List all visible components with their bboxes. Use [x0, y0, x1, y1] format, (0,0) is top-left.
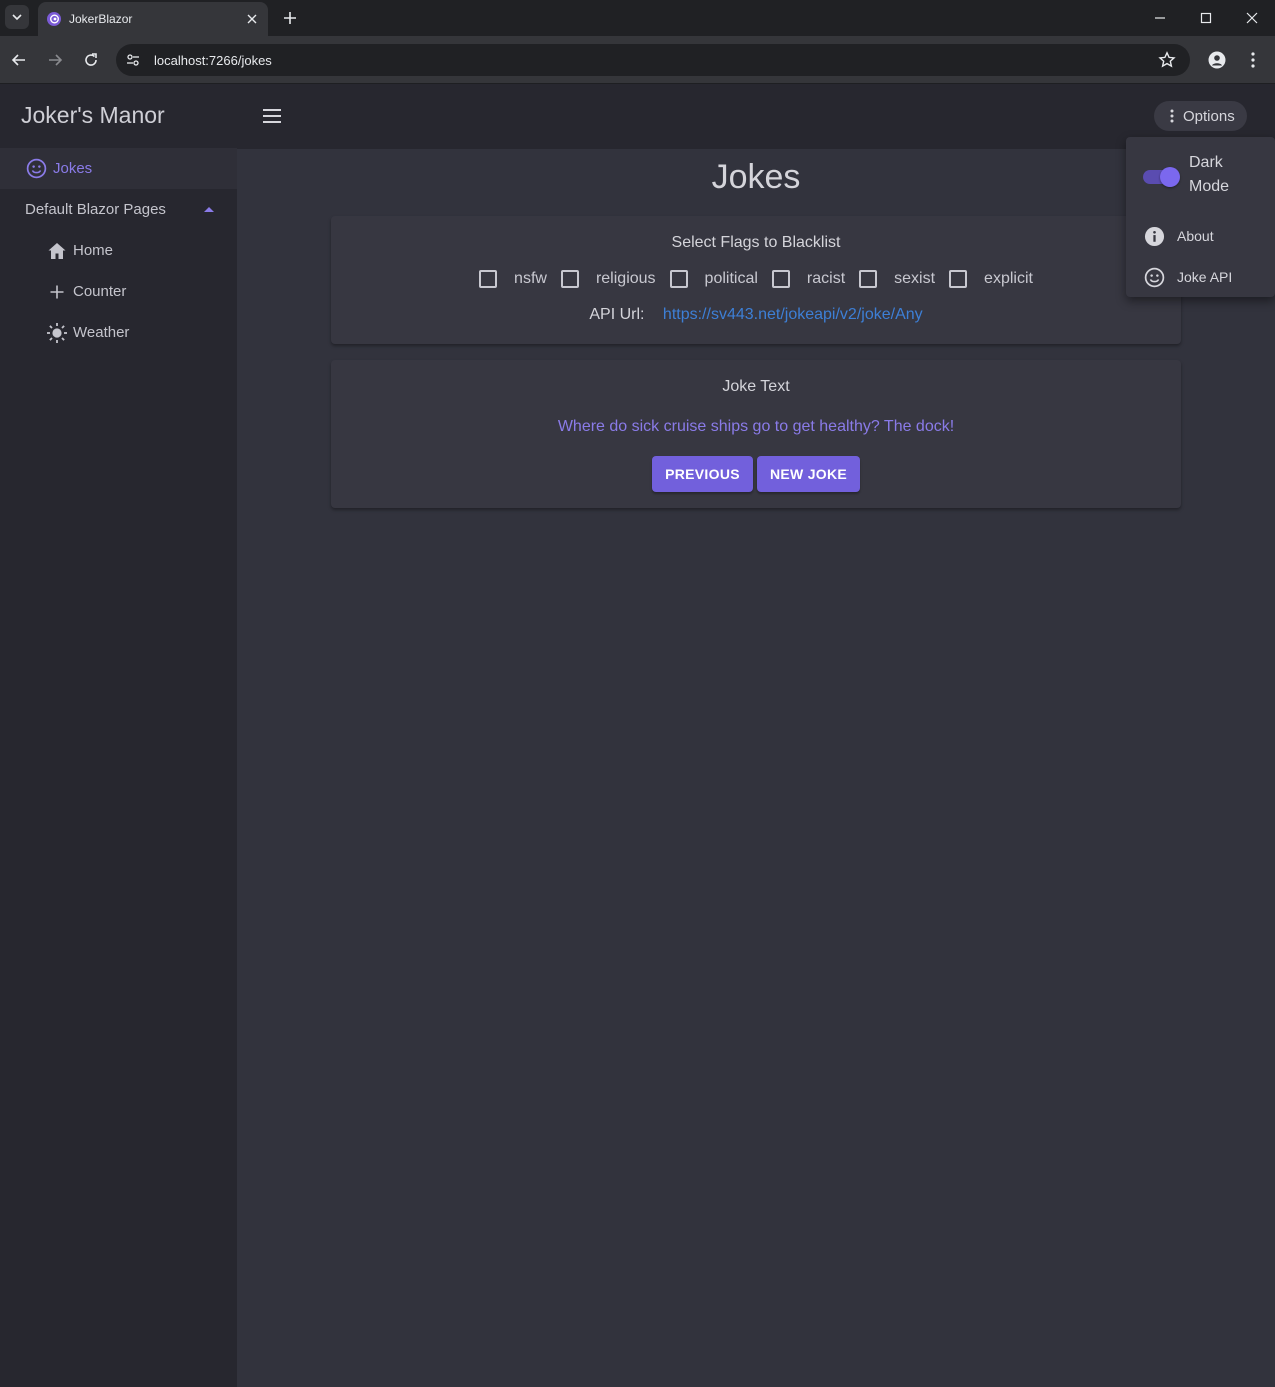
- smiley-icon: [25, 158, 47, 180]
- flag-racist[interactable]: racist: [771, 270, 846, 288]
- arrow-left-icon: [11, 54, 25, 66]
- sun-icon: [46, 322, 68, 344]
- flag-label: racist: [806, 270, 846, 287]
- reload-button[interactable]: [81, 50, 101, 70]
- previous-button[interactable]: PREVIOUS: [652, 456, 753, 492]
- checkbox[interactable]: [949, 270, 968, 288]
- checkbox[interactable]: [560, 270, 579, 288]
- flag-religious[interactable]: religious: [560, 270, 656, 288]
- options-label: Options: [1183, 107, 1235, 125]
- blazor-favicon-icon: [47, 12, 61, 26]
- menu-item-joke-api[interactable]: Joke API: [1126, 259, 1275, 295]
- maximize-icon: [1200, 12, 1212, 24]
- url-text[interactable]: localhost:7266/jokes: [154, 53, 272, 68]
- checkbox[interactable]: [479, 270, 498, 288]
- hamburger-icon: [263, 109, 281, 123]
- flag-nsfw[interactable]: nsfw: [479, 270, 547, 288]
- nav-item-jokes[interactable]: Jokes: [0, 148, 237, 189]
- arrow-right-icon: [49, 54, 63, 66]
- options-button[interactable]: Options: [1154, 101, 1247, 131]
- back-button[interactable]: [9, 50, 29, 70]
- close-icon[interactable]: [244, 11, 260, 27]
- checkbox[interactable]: [771, 270, 790, 288]
- forward-button[interactable]: [45, 50, 65, 70]
- flag-label: political: [704, 270, 758, 287]
- smiley-icon: [1143, 266, 1165, 288]
- nav-group-default-blazor-pages[interactable]: Default Blazor Pages: [0, 189, 237, 230]
- checkbox[interactable]: [859, 270, 878, 288]
- options-menu: Dark Mode About Joke API: [1126, 137, 1275, 297]
- flag-checkbox-list: nsfw religious political racist sexist e…: [331, 270, 1181, 288]
- dark-mode-switch[interactable]: [1142, 167, 1180, 187]
- address-bar[interactable]: localhost:7266/jokes: [116, 44, 1190, 76]
- api-url-label: API Url:: [589, 306, 645, 323]
- star-icon[interactable]: [1158, 51, 1176, 69]
- browser-toolbar: localhost:7266/jokes: [0, 36, 1275, 84]
- api-url-link[interactable]: https://sv443.net/jokeapi/v2/joke/Any: [663, 306, 923, 323]
- nav-item-counter[interactable]: Counter: [0, 271, 237, 312]
- flag-label: sexist: [894, 270, 936, 287]
- maximize-button[interactable]: [1196, 8, 1216, 28]
- joke-actions: PREVIOUS NEW JOKE: [331, 456, 1181, 492]
- close-icon: [1246, 12, 1258, 24]
- nav-item-weather[interactable]: Weather: [0, 312, 237, 353]
- blacklist-card: Select Flags to Blacklist nsfw religious…: [331, 216, 1181, 344]
- plus-icon: [284, 12, 296, 24]
- menu-item-label: About: [1177, 228, 1214, 244]
- blacklist-title: Select Flags to Blacklist: [671, 234, 841, 251]
- browser-menu-button[interactable]: [1243, 50, 1263, 70]
- flag-label: explicit: [984, 270, 1033, 287]
- joke-text: Where do sick cruise ships go to get hea…: [557, 418, 955, 435]
- nav-item-home[interactable]: Home: [0, 230, 237, 271]
- nav-item-label: Jokes: [53, 160, 93, 177]
- checkbox[interactable]: [669, 270, 688, 288]
- reload-icon: [85, 53, 97, 66]
- nav-menu: Jokes Default Blazor Pages Home Counter …: [0, 148, 237, 353]
- nav-item-label: Weather: [73, 324, 130, 341]
- tab-search-button[interactable]: [5, 5, 29, 29]
- home-icon: [46, 240, 68, 262]
- flag-political[interactable]: political: [669, 270, 758, 288]
- joke-card: Joke Text Where do sick cruise ships go …: [331, 360, 1181, 508]
- menu-item-label: Joke API: [1177, 269, 1233, 285]
- window-close-button[interactable]: [1242, 8, 1262, 28]
- menu-item-about[interactable]: About: [1126, 218, 1275, 254]
- new-tab-button[interactable]: [280, 8, 300, 28]
- profile-button[interactable]: [1207, 50, 1227, 70]
- kebab-menu-icon: [1167, 108, 1177, 124]
- nav-item-label: Home: [73, 242, 114, 259]
- profile-icon: [1208, 51, 1226, 69]
- caret-up-icon: [204, 207, 214, 212]
- menu-toggle-button[interactable]: [261, 106, 283, 126]
- kebab-menu-icon: [1251, 52, 1255, 68]
- app-brand: Joker's Manor: [21, 102, 165, 128]
- switch-thumb: [1160, 167, 1180, 187]
- joke-title: Joke Text: [722, 378, 790, 395]
- tab-title: JokerBlazor: [69, 12, 133, 26]
- browser-tab-bar: JokerBlazor: [0, 0, 1275, 36]
- nav-item-label: Counter: [73, 283, 127, 300]
- app-bar: Options: [237, 84, 1275, 149]
- minimize-icon: [1155, 17, 1165, 19]
- nav-drawer: Joker's Manor Jokes Default Blazor Pages…: [0, 84, 237, 1387]
- dark-mode-label: Dark Mode: [1189, 154, 1230, 195]
- flag-explicit[interactable]: explicit: [949, 270, 1033, 288]
- flag-label: religious: [595, 270, 656, 287]
- nav-group-label: Default Blazor Pages: [25, 201, 166, 218]
- browser-tab[interactable]: JokerBlazor: [38, 2, 268, 36]
- flag-label: nsfw: [514, 270, 547, 287]
- site-info-icon[interactable]: [124, 51, 142, 69]
- info-icon: [1143, 225, 1165, 247]
- api-url-row: API Url: https://sv443.net/jokeapi/v2/jo…: [331, 306, 1181, 324]
- flag-sexist[interactable]: sexist: [859, 270, 935, 288]
- chevron-down-icon: [12, 14, 22, 21]
- page-title: Jokes: [711, 158, 801, 196]
- plus-icon: [46, 281, 68, 303]
- minimize-button[interactable]: [1150, 8, 1170, 28]
- new-joke-button[interactable]: NEW JOKE: [757, 456, 860, 492]
